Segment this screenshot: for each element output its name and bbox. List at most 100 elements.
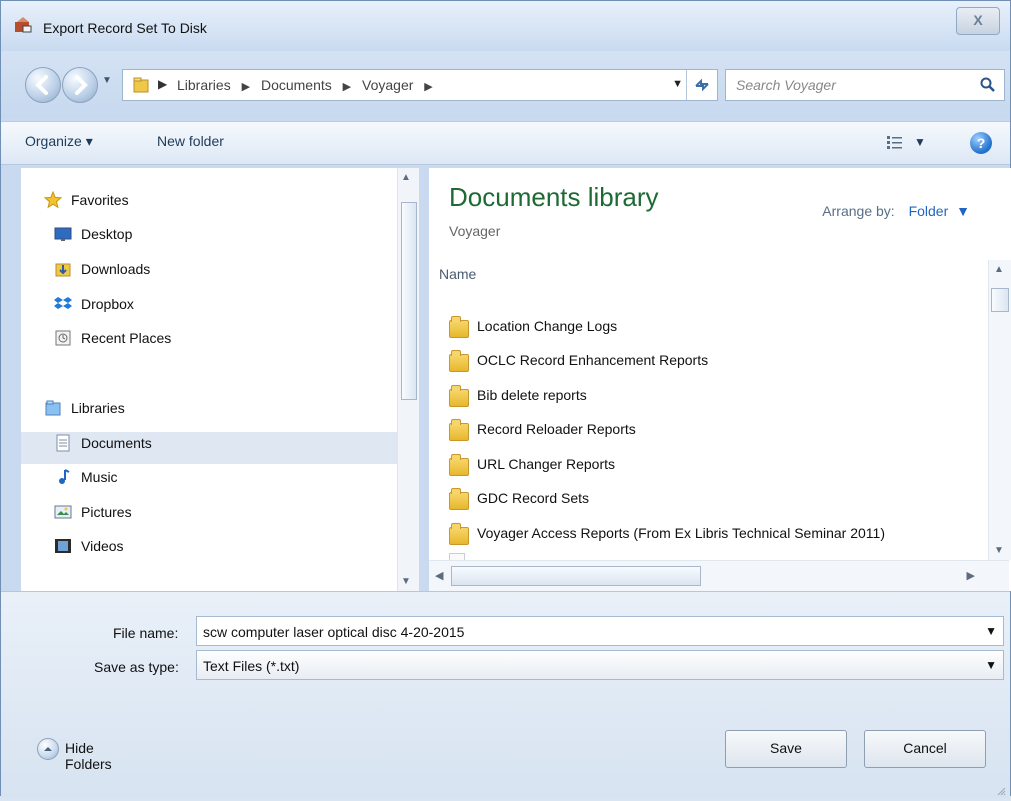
downloads-icon — [54, 260, 72, 278]
breadcrumb-separator: ▶ — [342, 81, 352, 93]
list-item[interactable]: Voyager Access Reports (From Ex Libris T… — [443, 520, 963, 552]
refresh-icon — [695, 78, 709, 92]
collapse-circle-icon — [37, 738, 59, 760]
file-name-field[interactable]: scw computer laser optical disc 4-20-201… — [196, 616, 1004, 646]
breadcrumb-voyager[interactable]: Voyager — [362, 77, 413, 93]
save-options-panel: File name: scw computer laser optical di… — [1, 591, 1010, 798]
breadcrumb-separator: ▶ — [241, 81, 251, 93]
arrange-by[interactable]: Arrange by: Folder ▼ — [822, 203, 970, 219]
folder-name: Location Change Logs — [477, 318, 618, 334]
scroll-thumb[interactable] — [401, 202, 417, 400]
folder-icon — [449, 350, 469, 372]
save-button[interactable]: Save — [725, 730, 847, 768]
list-item[interactable]: Bib delete reports — [443, 382, 963, 414]
libraries-label: Libraries — [71, 400, 125, 416]
sidebar-item-label: Music — [81, 469, 118, 485]
documents-icon — [54, 434, 72, 452]
folder-name: GDC Record Sets — [477, 490, 590, 506]
forward-button[interactable] — [62, 67, 98, 103]
folder-icon — [449, 523, 469, 545]
sidebar-item-label: Videos — [81, 538, 124, 554]
breadcrumb-documents[interactable]: Documents — [261, 77, 332, 93]
window-title: Export Record Set To Disk — [43, 20, 207, 36]
breadcrumb[interactable]: Libraries ▶ Documents ▶ Voyager ▶ — [177, 77, 440, 93]
save-as-type-label: Save as type: — [94, 659, 179, 675]
close-button[interactable]: X — [956, 7, 1000, 35]
scroll-right-icon[interactable]: ▶ — [967, 569, 975, 582]
export-dialog: Export Record Set To Disk X ▼ ▶ Librarie… — [0, 0, 1011, 798]
list-item[interactable]: GDC Record Sets — [443, 485, 963, 517]
title-bar: Export Record Set To Disk X — [1, 1, 1010, 51]
file-name-label: File name: — [113, 625, 179, 641]
list-item[interactable]: Record Reloader Reports — [443, 416, 963, 448]
breadcrumb-libraries[interactable]: Libraries — [177, 77, 231, 93]
view-options-button[interactable]: ▼ — [886, 134, 926, 152]
list-item[interactable]: URL Changer Reports — [443, 451, 963, 483]
scroll-down-icon[interactable]: ▼ — [401, 576, 411, 587]
refresh-button[interactable] — [686, 70, 717, 100]
navigation-pane: Favorites Desktop Downloads Dropbox Rece — [21, 168, 419, 591]
sidebar-item-label: Pictures — [81, 504, 132, 520]
save-as-type-dropdown-icon[interactable]: ▼ — [985, 658, 997, 672]
save-as-type-value: Text Files (*.txt) — [203, 658, 300, 674]
breadcrumb-separator: ▶ — [424, 81, 433, 93]
export-app-icon — [15, 17, 32, 33]
back-arrow-icon — [35, 75, 48, 95]
scroll-up-icon[interactable]: ▲ — [401, 172, 411, 183]
view-dropdown-icon: ▼ — [914, 135, 926, 149]
scroll-down-icon[interactable]: ▼ — [994, 545, 1004, 556]
folder-name: Voyager Access Reports (From Ex Libris T… — [477, 525, 885, 541]
star-icon — [43, 190, 63, 209]
scroll-thumb[interactable] — [451, 566, 701, 586]
resize-grip-icon[interactable] — [994, 783, 1006, 796]
pictures-icon — [54, 503, 72, 521]
recent-locations-dropdown-icon[interactable]: ▼ — [102, 75, 112, 86]
folder-icon — [133, 76, 149, 94]
folder-name: Record Reloader Reports — [477, 421, 636, 437]
sidebar-item-label: Dropbox — [81, 296, 134, 312]
videos-icon — [54, 537, 72, 555]
library-subtitle: Voyager — [449, 223, 501, 239]
address-bar[interactable]: ▶ Libraries ▶ Documents ▶ Voyager ▶ ▼ — [122, 69, 718, 101]
scroll-up-icon[interactable]: ▲ — [994, 264, 1004, 275]
sidebar-item-label: Documents — [81, 435, 152, 451]
sidebar-item-label: Desktop — [81, 226, 133, 242]
desktop-icon — [54, 225, 72, 243]
new-folder-button[interactable]: New folder — [157, 133, 224, 149]
file-list-pane: Documents library Voyager Arrange by: Fo… — [429, 168, 1011, 592]
folder-name: Bib delete reports — [477, 387, 587, 403]
view-list-icon — [887, 136, 902, 149]
organize-menu[interactable]: Organize ▾ — [25, 133, 93, 150]
list-item[interactable]: OCLC Record Enhancement Reports — [443, 347, 963, 379]
forward-arrow-icon — [75, 75, 88, 95]
arrange-value[interactable]: Folder — [909, 203, 949, 219]
folder-name: OCLC Record Enhancement Reports — [477, 352, 709, 368]
navigation-bar: ▼ ▶ Libraries ▶ Documents ▶ Voyager ▶ ▼ — [1, 51, 1010, 117]
cancel-button[interactable]: Cancel — [864, 730, 986, 768]
folder-icon — [449, 454, 469, 476]
arrange-dropdown-icon[interactable]: ▼ — [956, 203, 970, 219]
search-icon[interactable] — [980, 77, 996, 93]
dropbox-icon — [54, 295, 72, 313]
search-input[interactable]: Search Voyager — [725, 69, 1005, 101]
music-icon — [54, 468, 72, 486]
list-item[interactable]: Location Change Logs — [443, 313, 963, 345]
address-dropdown-icon[interactable]: ▼ — [672, 78, 683, 90]
scroll-thumb[interactable] — [991, 288, 1009, 312]
file-list-scrollbar[interactable]: ▲ ▼ — [988, 260, 1011, 560]
save-as-type-select[interactable]: Text Files (*.txt) ▼ — [196, 650, 1004, 680]
back-button[interactable] — [25, 67, 61, 103]
search-placeholder: Search Voyager — [736, 77, 836, 93]
hide-folders-label: Hide Folders — [65, 740, 112, 772]
file-name-dropdown-icon[interactable]: ▼ — [985, 624, 997, 638]
left-pane-scrollbar[interactable]: ▲ ▼ — [397, 168, 419, 591]
scroll-left-icon[interactable]: ◀ — [435, 569, 443, 582]
arrange-label: Arrange by: — [822, 203, 895, 219]
sidebar-item-label: Downloads — [81, 261, 151, 277]
folder-icon — [449, 419, 469, 441]
name-column-header[interactable]: Name — [439, 266, 476, 282]
folder-icon — [449, 488, 469, 510]
horizontal-scrollbar[interactable]: ◀ ▶ — [429, 560, 1009, 592]
folder-icon — [449, 316, 469, 338]
help-icon[interactable]: ? — [970, 132, 992, 154]
